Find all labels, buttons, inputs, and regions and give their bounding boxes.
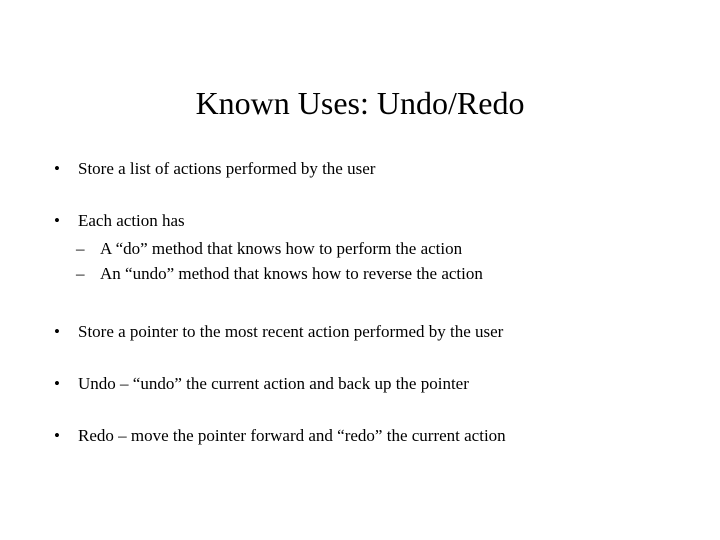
dash-marker-icon: – <box>76 262 100 286</box>
bullet-marker-icon: • <box>50 424 78 448</box>
bullet-text: Store a list of actions performed by the… <box>78 157 680 181</box>
bullet-text: Redo – move the pointer forward and “red… <box>78 424 680 448</box>
sub-bullet-text: A “do” method that knows how to perform … <box>100 237 680 261</box>
sub-bullet-text: An “undo” method that knows how to rever… <box>100 262 680 286</box>
bullet-item: • Undo – “undo” the current action and b… <box>40 372 680 396</box>
bullet-marker-icon: • <box>50 209 78 233</box>
bullet-item: • Store a pointer to the most recent act… <box>40 320 680 344</box>
bullet-item: • Each action has – A “do” method that k… <box>40 209 680 286</box>
bullet-marker-icon: • <box>50 320 78 344</box>
dash-marker-icon: – <box>76 237 100 261</box>
slide-title: Known Uses: Undo/Redo <box>40 85 680 122</box>
bullet-item: • Store a list of actions performed by t… <box>40 157 680 181</box>
bullet-text: Undo – “undo” the current action and bac… <box>78 372 680 396</box>
sub-bullet-item: – A “do” method that knows how to perfor… <box>76 237 680 261</box>
slide-body: • Store a list of actions performed by t… <box>40 157 680 448</box>
bullet-marker-icon: • <box>50 372 78 396</box>
bullet-text: Each action has <box>78 209 680 233</box>
bullet-marker-icon: • <box>50 157 78 181</box>
bullet-item: • Redo – move the pointer forward and “r… <box>40 424 680 448</box>
bullet-text: Store a pointer to the most recent actio… <box>78 320 680 344</box>
sub-list: – A “do” method that knows how to perfor… <box>40 237 680 287</box>
sub-bullet-item: – An “undo” method that knows how to rev… <box>76 262 680 286</box>
